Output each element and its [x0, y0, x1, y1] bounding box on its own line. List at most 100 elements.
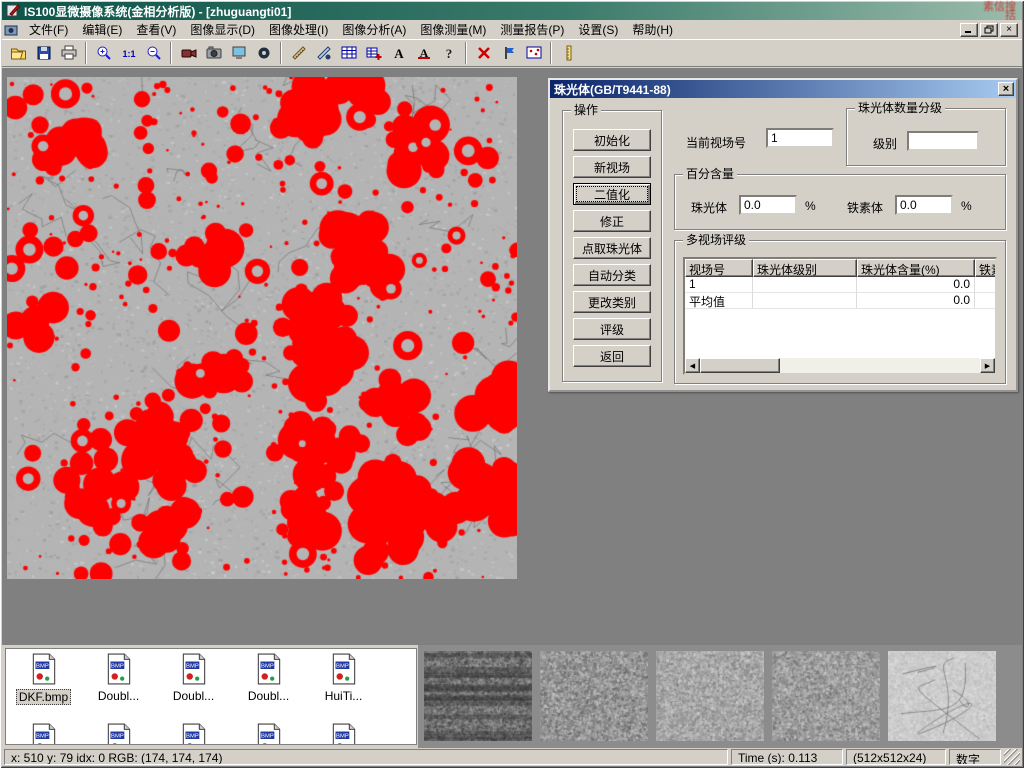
- file-browser[interactable]: BMPDKF.bmpBMPDoubl...BMPDoubl...BMPDoubl…: [5, 648, 417, 745]
- table-horizontal-scrollbar[interactable]: ◀ ▶: [685, 358, 995, 373]
- toolbar-separator: [550, 42, 552, 64]
- menu-bar: 文件(F)编辑(E)查看(V)图像显示(D)图像处理(I)图像分析(A)图像测量…: [2, 20, 1022, 40]
- help-icon[interactable]: ?: [436, 41, 461, 65]
- table-cell: 平均值: [685, 293, 753, 309]
- table-column-header-1[interactable]: 视场号: [685, 259, 753, 277]
- target-icon[interactable]: [251, 41, 276, 65]
- status-resolution: (512x512x24): [846, 749, 946, 765]
- operation-button-2[interactable]: 新视场: [573, 156, 651, 178]
- operation-button-5[interactable]: 点取珠光体: [573, 237, 651, 259]
- table-column-header-2[interactable]: 珠光体级别: [753, 259, 857, 277]
- delete-icon[interactable]: [471, 41, 496, 65]
- menu-item-4[interactable]: 图像显示(D): [183, 19, 262, 40]
- menu-item-10[interactable]: 帮助(H): [625, 19, 680, 40]
- file-label: Doubl...: [96, 689, 141, 703]
- video-camera-icon[interactable]: [176, 41, 201, 65]
- file-item-5[interactable]: BMPHuiTi...: [306, 649, 381, 705]
- file-item-partial-1[interactable]: BMP: [6, 719, 81, 745]
- font-strike-icon[interactable]: A: [411, 41, 436, 65]
- operations-group-label: 操作: [571, 103, 601, 117]
- thumbnail-4[interactable]: [772, 651, 880, 741]
- thumbnail-1[interactable]: [424, 651, 532, 741]
- menu-item-3[interactable]: 查看(V): [129, 19, 183, 40]
- scrollbar-track[interactable]: [780, 358, 980, 373]
- dialog-title-bar[interactable]: 珠光体(GB/T9441-88) ×: [550, 80, 1016, 98]
- percent-group: 百分含量 珠光体 % 铁素体 %: [674, 174, 1006, 230]
- svg-text:BMP: BMP: [261, 733, 274, 739]
- menu-item-5[interactable]: 图像处理(I): [262, 19, 335, 40]
- zoom-out-icon[interactable]: [141, 41, 166, 65]
- child-minimize-button[interactable]: [960, 23, 978, 37]
- measure-icon-1[interactable]: [286, 41, 311, 65]
- save-icon[interactable]: [31, 41, 56, 65]
- file-item-partial-4[interactable]: BMP: [231, 719, 306, 745]
- menu-item-7[interactable]: 图像测量(M): [413, 19, 493, 40]
- operation-button-3[interactable]: 二值化: [573, 183, 651, 205]
- file-item-4[interactable]: BMPDoubl...: [231, 649, 306, 705]
- child-window-icon[interactable]: [4, 23, 18, 37]
- ruler-icon[interactable]: [556, 41, 581, 65]
- actual-size-icon[interactable]: 1:1: [116, 41, 141, 65]
- child-close-button[interactable]: ×: [1000, 23, 1018, 37]
- thumbnail-strip: [418, 645, 1022, 748]
- menu-item-8[interactable]: 测量报告(P): [493, 19, 571, 40]
- title-bar[interactable]: IS100显微摄像系统(金相分析版) - [zhuguangti01] 素信搜括: [2, 2, 1022, 20]
- file-item-partial-3[interactable]: BMP: [156, 719, 231, 745]
- bmp-file-icon: BMP: [29, 653, 59, 688]
- camera-icon[interactable]: [201, 41, 226, 65]
- status-time: Time (s): 0.113: [731, 749, 843, 765]
- menu-item-6[interactable]: 图像分析(A): [335, 19, 413, 40]
- zoom-in-icon[interactable]: [91, 41, 116, 65]
- table-column-header-4[interactable]: 铁素体含量(%): [975, 259, 997, 277]
- thumbnail-5[interactable]: [888, 651, 996, 741]
- menu-item-2[interactable]: 编辑(E): [75, 19, 129, 40]
- operation-button-6[interactable]: 自动分类: [573, 264, 651, 286]
- grade-input[interactable]: [907, 131, 979, 151]
- thumbnail-3[interactable]: [656, 651, 764, 741]
- menu-item-1[interactable]: 文件(F): [22, 19, 75, 40]
- scrollbar-thumb[interactable]: [700, 358, 780, 373]
- scroll-left-button[interactable]: ◀: [685, 358, 700, 373]
- grid-icon[interactable]: [336, 41, 361, 65]
- thumbnail-2[interactable]: [540, 651, 648, 741]
- bottom-panel: BMPDKF.bmpBMPDoubl...BMPDoubl...BMPDoubl…: [2, 645, 1022, 748]
- bmp-file-icon: BMP: [254, 723, 284, 745]
- current-field-input[interactable]: [766, 128, 834, 148]
- table-column-header-3[interactable]: 珠光体含量(%): [857, 259, 975, 277]
- multi-field-table[interactable]: 视场号珠光体级别珠光体含量(%)铁素体含量(%) 10.0平均值0.0 ◀ ▶: [683, 257, 997, 375]
- table-cell: 0.0: [857, 277, 975, 293]
- file-item-3[interactable]: BMPDoubl...: [156, 649, 231, 705]
- table-row[interactable]: 10.0: [685, 277, 995, 293]
- file-item-2[interactable]: BMPDoubl...: [81, 649, 156, 705]
- measure-icon-2[interactable]: [311, 41, 336, 65]
- file-item-1[interactable]: BMPDKF.bmp: [6, 649, 81, 705]
- file-item-partial-2[interactable]: BMP: [81, 719, 156, 745]
- pearlite-percent-input[interactable]: [739, 195, 797, 215]
- grid-add-icon[interactable]: [361, 41, 386, 65]
- micrograph-image[interactable]: [7, 77, 517, 579]
- menu-item-9[interactable]: 设置(S): [571, 19, 625, 40]
- scroll-right-button[interactable]: ▶: [980, 358, 995, 373]
- monitor-icon[interactable]: [226, 41, 251, 65]
- font-icon[interactable]: A: [386, 41, 411, 65]
- count-grid-icon[interactable]: [521, 41, 546, 65]
- print-icon[interactable]: [56, 41, 81, 65]
- operation-button-8[interactable]: 评级: [573, 318, 651, 340]
- open-icon[interactable]: [6, 41, 31, 65]
- flag-icon[interactable]: [496, 41, 521, 65]
- dialog-close-button[interactable]: ×: [998, 82, 1014, 96]
- ferrite-percent-unit: %: [961, 199, 972, 213]
- current-field-label: 当前视场号: [686, 134, 746, 151]
- table-row[interactable]: 平均值0.0: [685, 293, 995, 309]
- app-icon: [6, 3, 20, 20]
- operation-button-9[interactable]: 返回: [573, 345, 651, 367]
- bmp-file-icon: BMP: [179, 723, 209, 745]
- operation-button-1[interactable]: 初始化: [573, 129, 651, 151]
- file-item-partial-5[interactable]: BMP: [306, 719, 381, 745]
- operation-button-4[interactable]: 修正: [573, 210, 651, 232]
- ferrite-percent-input[interactable]: [895, 195, 953, 215]
- child-restore-button[interactable]: [980, 23, 998, 37]
- resize-grip[interactable]: [1004, 749, 1020, 765]
- pearlite-percent-unit: %: [805, 199, 816, 213]
- operation-button-7[interactable]: 更改类别: [573, 291, 651, 313]
